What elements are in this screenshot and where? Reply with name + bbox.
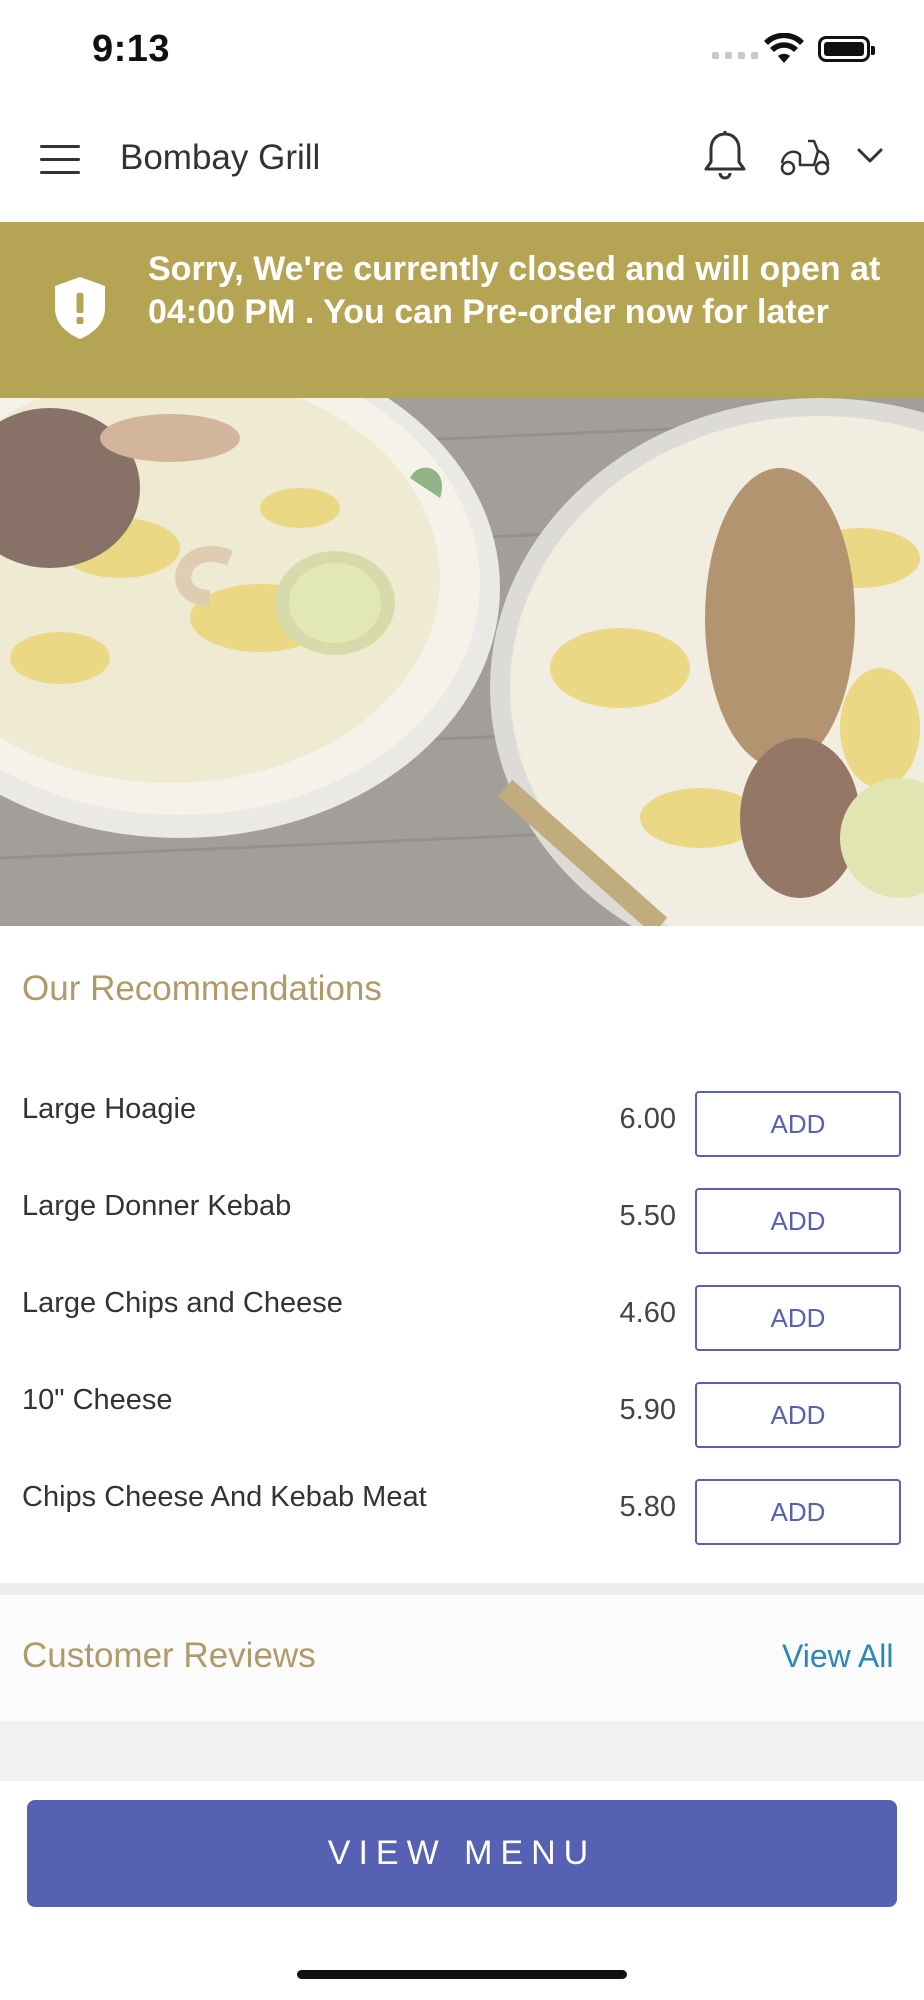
view-all-reviews-link[interactable]: View All — [782, 1638, 893, 1675]
battery-icon — [818, 36, 875, 62]
menu-icon[interactable] — [40, 145, 80, 175]
item-price: 5.80 — [619, 1491, 676, 1523]
view-menu-button[interactable]: VIEW MENU — [27, 1800, 897, 1907]
closed-notice-text: Sorry, We're currently closed and will o… — [148, 250, 881, 331]
reviews-title: Customer Reviews — [22, 1636, 316, 1675]
recommendations-title: Our Recommendations — [22, 969, 382, 1008]
list-item: Chips Cheese And Kebab Meat 5.80 ADD — [0, 1479, 924, 1551]
restaurant-hero-image — [0, 398, 924, 926]
list-item: Large Donner Kebab 5.50 ADD — [0, 1188, 924, 1260]
status-time: 9:13 — [92, 28, 171, 70]
item-price: 4.60 — [619, 1297, 676, 1329]
item-name: Large Chips and Cheese — [22, 1287, 343, 1319]
list-item: Large Chips and Cheese 4.60 ADD — [0, 1285, 924, 1357]
add-button[interactable]: ADD — [695, 1479, 901, 1545]
list-item: Large Hoagie 6.00 ADD — [0, 1091, 924, 1163]
wifi-icon — [764, 32, 804, 70]
add-button[interactable]: ADD — [695, 1382, 901, 1448]
item-name: Large Donner Kebab — [22, 1190, 292, 1222]
reviews-content-area — [0, 1721, 924, 1781]
item-name: Chips Cheese And Kebab Meat — [22, 1481, 427, 1513]
section-divider — [0, 1583, 924, 1595]
scooter-icon[interactable] — [778, 137, 832, 182]
bell-icon[interactable] — [702, 130, 748, 187]
list-item: 10" Cheese 5.90 ADD — [0, 1382, 924, 1454]
item-price: 6.00 — [619, 1103, 676, 1135]
home-indicator[interactable] — [297, 1970, 627, 1979]
restaurant-title: Bombay Grill — [120, 138, 321, 177]
item-name: Large Hoagie — [22, 1093, 197, 1125]
shield-alert-icon — [52, 275, 108, 346]
add-button[interactable]: ADD — [695, 1285, 901, 1351]
item-name: 10" Cheese — [22, 1384, 173, 1416]
cellular-signal-icon — [712, 52, 758, 59]
item-price: 5.90 — [619, 1394, 676, 1426]
item-price: 5.50 — [619, 1200, 676, 1232]
add-button[interactable]: ADD — [695, 1188, 901, 1254]
add-button[interactable]: ADD — [695, 1091, 901, 1157]
chevron-down-icon[interactable] — [856, 146, 884, 171]
